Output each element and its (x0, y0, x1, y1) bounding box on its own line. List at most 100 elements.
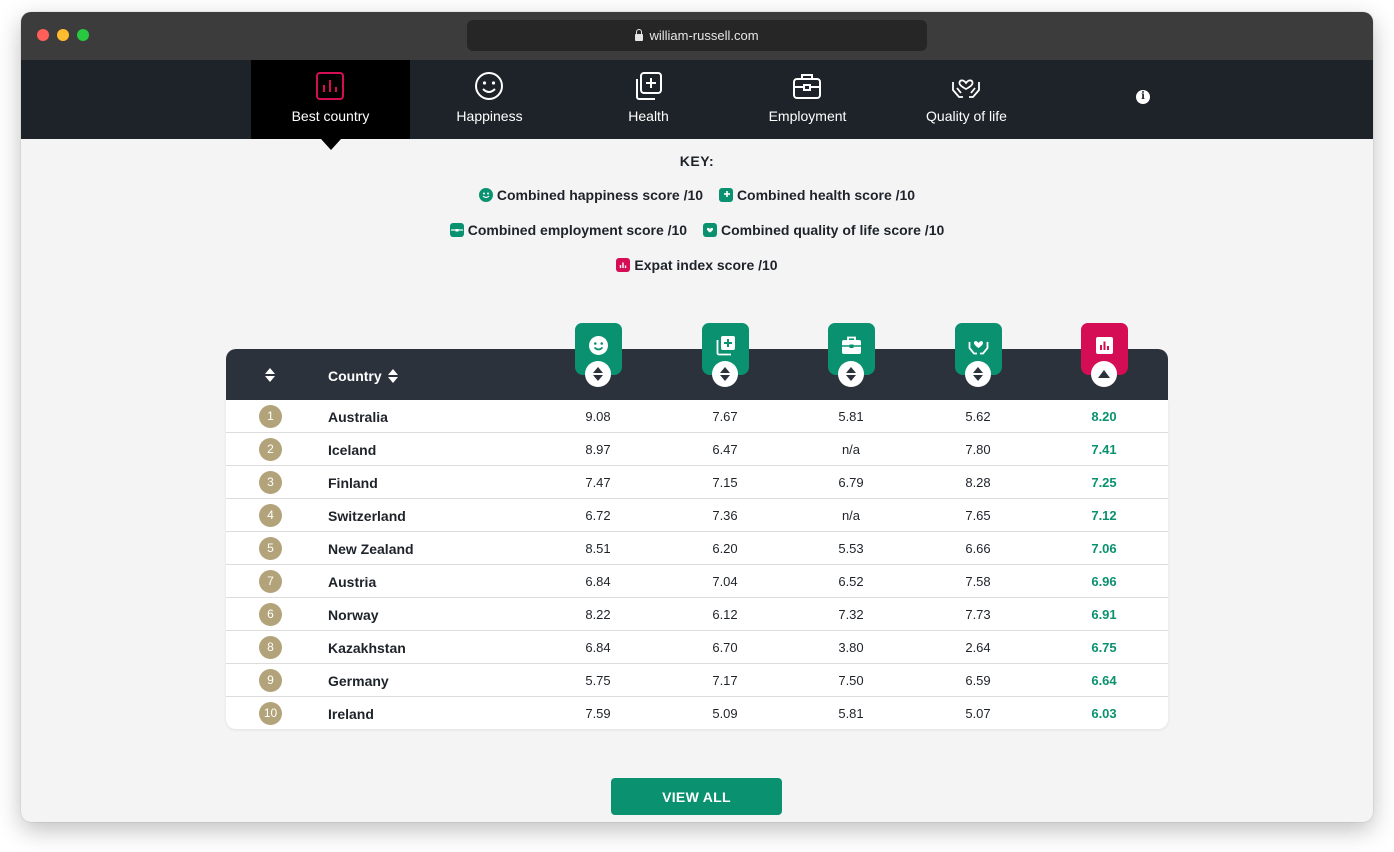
table-body: 1 Australia 9.08 7.67 5.81 5.62 8.20 2 I… (226, 400, 1168, 729)
tab-health[interactable]: Health (569, 60, 728, 139)
minimize-window-button[interactable] (57, 29, 69, 41)
table-row[interactable]: 7 Austria 6.84 7.04 6.52 7.58 6.96 (226, 565, 1168, 598)
tab-best-country[interactable]: Best country (251, 60, 410, 150)
health-score: 6.47 (712, 442, 738, 457)
health-column-header[interactable] (702, 323, 749, 387)
briefcase-icon (793, 74, 821, 99)
expat-index-column-header[interactable] (1081, 323, 1128, 387)
tab-label: Quality of life (926, 108, 1007, 124)
happiness-score: 9.08 (585, 409, 611, 424)
address-bar[interactable]: william-russell.com (467, 20, 927, 51)
sort-employment-button[interactable] (838, 361, 864, 387)
table-row[interactable]: 1 Australia 9.08 7.67 5.81 5.62 8.20 (226, 400, 1168, 433)
country-name: Australia (328, 409, 388, 425)
key-item-expat-index: Expat index score /10 (616, 257, 778, 273)
table-row[interactable]: 8 Kazakhstan 6.84 6.70 3.80 2.64 6.75 (226, 631, 1168, 664)
happiness-score: 8.97 (585, 442, 611, 457)
hands-heart-icon (703, 223, 717, 237)
quality-of-life-score: 2.64 (965, 640, 991, 655)
employment-score: 5.53 (838, 541, 864, 556)
expat-index-score: 6.96 (1091, 574, 1117, 589)
happiness-score: 5.75 (585, 673, 611, 688)
info-icon[interactable]: i (1136, 90, 1150, 104)
employment-score: 5.81 (838, 409, 864, 424)
country-name: Switzerland (328, 508, 406, 524)
country-name: Finland (328, 475, 378, 491)
rank-badge: 4 (259, 504, 282, 527)
key-title: KEY: (679, 153, 715, 169)
key-row: Expat index score /10 (21, 257, 1373, 275)
tab-label: Happiness (456, 108, 523, 124)
sort-happiness-button[interactable] (585, 361, 611, 387)
rank-badge: 6 (259, 603, 282, 626)
key-item-health: Combined health score /10 (718, 187, 916, 203)
table-row[interactable]: 9 Germany 5.75 7.17 7.50 6.59 6.64 (226, 664, 1168, 697)
country-name: Iceland (328, 442, 377, 458)
quality-of-life-score: 7.73 (965, 607, 991, 622)
table-row[interactable]: 5 New Zealand 8.51 6.20 5.53 6.66 7.06 (226, 532, 1168, 565)
country-column-header[interactable]: Country (328, 368, 398, 384)
sort-quality-of-life-button[interactable] (965, 361, 991, 387)
table-row[interactable]: 6 Norway 8.22 6.12 7.32 7.73 6.91 (226, 598, 1168, 631)
key-row: Combined happiness score /10 Combined he… (21, 187, 1373, 205)
hands-heart-icon (968, 341, 989, 355)
happiness-score: 7.59 (585, 706, 611, 721)
tab-label: Best country (291, 108, 370, 124)
medical-plus-icon (718, 188, 733, 202)
view-all-button[interactable]: VIEW ALL (611, 778, 782, 815)
key-item-label: Combined health score /10 (736, 187, 916, 203)
country-header-label: Country (328, 368, 382, 384)
expat-index-score: 7.06 (1091, 541, 1117, 556)
rank-badge: 10 (259, 702, 282, 725)
table-row[interactable]: 3 Finland 7.47 7.15 6.79 8.28 7.25 (226, 466, 1168, 499)
quality-of-life-score: 7.65 (965, 508, 991, 523)
sort-icon (846, 367, 856, 381)
key-item-quality-of-life: Combined quality of life score /10 (703, 222, 944, 238)
quality-of-life-score: 6.66 (965, 541, 991, 556)
tab-quality-of-life[interactable]: Quality of life (887, 60, 1046, 139)
tab-employment[interactable]: Employment (728, 60, 887, 139)
briefcase-icon (449, 223, 464, 237)
expat-index-score: 6.75 (1091, 640, 1117, 655)
health-score: 7.17 (712, 673, 738, 688)
country-name: Austria (328, 574, 377, 590)
key-item-employment: Combined employment score /10 (449, 222, 687, 238)
maximize-window-button[interactable] (77, 29, 89, 41)
table-header: Country (226, 323, 1168, 400)
expat-index-score: 7.25 (1091, 475, 1117, 490)
happiness-score: 7.47 (585, 475, 611, 490)
sort-rank-icon[interactable] (265, 368, 275, 387)
quality-of-life-score: 8.28 (965, 475, 991, 490)
health-score: 7.04 (712, 574, 738, 589)
employment-score: n/a (841, 442, 861, 457)
tab-label: Health (628, 108, 669, 124)
happiness-column-header[interactable] (575, 323, 622, 387)
country-name: Germany (328, 673, 389, 689)
medical-plus-icon (716, 336, 735, 356)
happiness-score: 8.22 (585, 607, 611, 622)
country-name: New Zealand (328, 541, 414, 557)
lock-icon (635, 29, 644, 41)
key-item-label: Expat index score /10 (634, 257, 778, 273)
expat-index-score: 7.12 (1091, 508, 1117, 523)
quality-of-life-score: 7.58 (965, 574, 991, 589)
key-row: Combined employment score /10 Combined q… (21, 222, 1373, 240)
quality-of-life-column-header[interactable] (955, 323, 1002, 387)
briefcase-icon (842, 336, 861, 354)
happiness-score: 6.84 (585, 574, 611, 589)
rankings-table: Country 1 Australia 9.08 7.67 5.81 5.62 … (226, 323, 1168, 729)
table-row[interactable]: 4 Switzerland 6.72 7.36 n/a 7.65 7.12 (226, 499, 1168, 532)
table-row[interactable]: 2 Iceland 8.97 6.47 n/a 7.80 7.41 (226, 433, 1168, 466)
rank-badge: 9 (259, 669, 282, 692)
employment-score: n/a (841, 508, 861, 523)
sort-expat-index-button[interactable] (1091, 361, 1117, 387)
bar-chart-icon (316, 72, 344, 100)
close-window-button[interactable] (37, 29, 49, 41)
employment-column-header[interactable] (828, 323, 875, 387)
sort-health-button[interactable] (712, 361, 738, 387)
hands-heart-icon (952, 79, 980, 98)
table-row[interactable]: 10 Ireland 7.59 5.09 5.81 5.07 6.03 (226, 697, 1168, 729)
category-nav: Best country Happiness Health Employment… (21, 60, 1373, 150)
employment-score: 3.80 (838, 640, 864, 655)
tab-happiness[interactable]: Happiness (410, 60, 569, 139)
